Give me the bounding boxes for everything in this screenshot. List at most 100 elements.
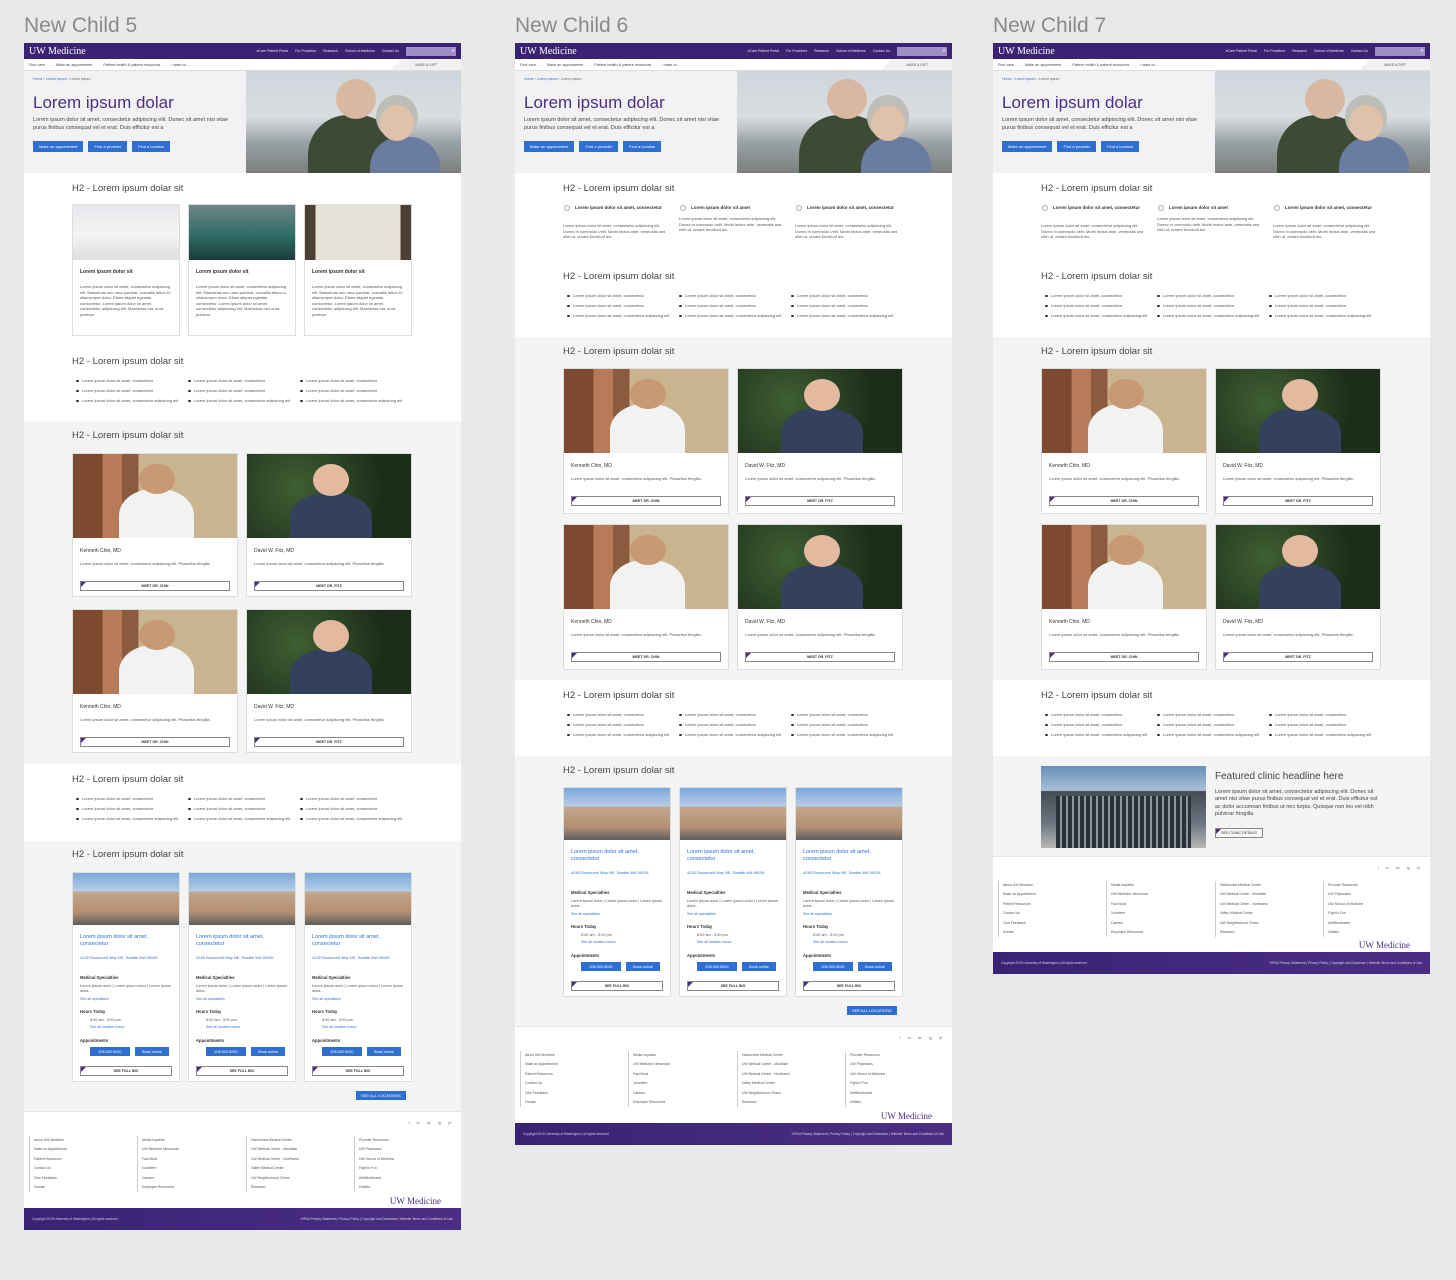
youtube-icon[interactable]: yt — [939, 1035, 942, 1040]
footer-logo[interactable]: UW Medicine — [881, 1111, 932, 1121]
location-address[interactable]: 4245 Roosevelt Way NE, Seattle WA 98105 — [687, 870, 780, 876]
facebook-icon[interactable]: f — [900, 1035, 901, 1040]
footer-link[interactable]: UW Physicians — [359, 1145, 454, 1154]
footer-link[interactable]: UW Medical Center - Montlake — [1220, 890, 1315, 899]
content-card[interactable]: Lorem ipsum dolor sit Lorem ipsum dolor … — [304, 204, 412, 336]
footer-link[interactable]: Careers — [1111, 919, 1206, 928]
book-online-button[interactable]: Book online — [135, 1047, 169, 1056]
make-a-gift-link[interactable]: MAKE A GIFT — [1360, 59, 1430, 70]
linkedin-icon[interactable]: in — [908, 1035, 911, 1040]
footer-link[interactable]: Employee Resources — [633, 1098, 728, 1107]
specialties-link[interactable]: See all specialties — [571, 912, 600, 916]
footer-link[interactable]: Employee Resources — [1111, 928, 1206, 937]
footer-link[interactable]: Give Feedback — [34, 1174, 129, 1183]
footer-link[interactable]: Fact Book — [142, 1155, 237, 1164]
meet-dr-chin-button[interactable]: MEET DR. CHIN — [1049, 496, 1199, 506]
specialties-link[interactable]: See all specialties — [196, 997, 225, 1001]
top-link-research[interactable]: Research — [323, 49, 338, 53]
location-address[interactable]: 4245 Roosevelt Way NE, Seattle WA 98105 — [196, 955, 289, 961]
location-title[interactable]: Lorem ipsum dolor sit amet, consectetur — [312, 934, 405, 948]
meet-dr-fitz-button[interactable]: MEET DR. FITZ — [1223, 496, 1373, 506]
footer-link[interactable]: UW Physicians — [1328, 890, 1423, 899]
find-provider-button[interactable]: Find a provider — [1057, 141, 1097, 152]
footer-link[interactable]: Careers — [633, 1089, 728, 1098]
footer-link[interactable]: UWalto — [850, 1098, 945, 1107]
phone-button[interactable]: 206.520.5000 — [813, 962, 853, 971]
subnav-make-appointment[interactable]: Make an appointment — [1025, 63, 1062, 67]
find-provider-button[interactable]: Find a provider — [579, 141, 619, 152]
footer-link[interactable]: Fact Book — [1111, 900, 1206, 909]
footer-link[interactable]: Provider Resources — [359, 1136, 454, 1145]
specialties-link[interactable]: See all specialties — [80, 997, 109, 1001]
location-title[interactable]: Lorem ipsum dolor sit amet, consectetur — [196, 934, 289, 948]
top-link-ecare[interactable]: eCare Patient Portal — [257, 49, 289, 53]
footer-link[interactable]: Research — [742, 1098, 837, 1107]
search-icon[interactable]: ⌕ — [943, 47, 946, 56]
footer-link[interactable]: About UW Medicine — [1003, 881, 1098, 890]
footer-link[interactable]: UW Neighborhood Clinics — [251, 1174, 346, 1183]
footer-link[interactable]: Patient Resources — [34, 1155, 129, 1164]
subnav-patient-health[interactable]: Patient health & patient resources — [594, 63, 651, 67]
book-online-button[interactable]: Book online — [742, 962, 776, 971]
footer-link[interactable]: Valley Medical Center — [742, 1079, 837, 1088]
crumb-mid[interactable]: Lorem ipsum — [46, 77, 67, 81]
phone-button[interactable]: 206.520.5000 — [581, 962, 621, 971]
specialties-link[interactable]: See all specialties — [803, 912, 832, 916]
footer-link[interactable]: UW Medical Center - Montlake — [742, 1060, 837, 1069]
make-appointment-button[interactable]: Make an appointment — [524, 141, 575, 152]
book-online-button[interactable]: Book online — [251, 1047, 285, 1056]
phone-button[interactable]: 206.520.5000 — [90, 1047, 130, 1056]
top-link-providers[interactable]: For Providers — [1264, 49, 1285, 53]
footer-link[interactable]: Research — [1220, 928, 1315, 937]
see-full-bio-button[interactable]: SEE FULL BIO — [312, 1066, 404, 1076]
footer-link[interactable]: Donate — [1003, 928, 1098, 937]
subnav-find-care[interactable]: Find care — [520, 63, 536, 67]
top-link-ecare[interactable]: eCare Patient Portal — [748, 49, 780, 53]
phone-button[interactable]: 206.520.5000 — [697, 962, 737, 971]
top-link-providers[interactable]: For Providers — [786, 49, 807, 53]
twitter-icon[interactable]: tw — [1396, 865, 1400, 870]
meet-dr-fitz-button[interactable]: MEET DR. FITZ — [254, 737, 404, 747]
footer-link[interactable]: Contact Us — [1003, 909, 1098, 918]
search-input[interactable]: ⌕ — [897, 46, 947, 56]
book-online-button[interactable]: Book online — [367, 1047, 401, 1056]
meet-dr-fitz-button[interactable]: MEET DR. FITZ — [745, 496, 895, 506]
content-card[interactable]: Lorem ipsum dolor sit Lorem ipsum dolor … — [72, 204, 180, 336]
linkedin-icon[interactable]: in — [1386, 865, 1389, 870]
footer-link[interactable]: Research — [251, 1183, 346, 1192]
top-link-school[interactable]: School of Medicine — [836, 49, 866, 53]
phone-button[interactable]: 206.520.5000 — [322, 1047, 362, 1056]
subnav-i-want-to[interactable]: I want to... — [1140, 63, 1158, 67]
see-all-locations-button[interactable]: SEE ALL LOCATIONS — [356, 1091, 406, 1100]
footer-link[interactable]: Volunteer — [1111, 909, 1206, 918]
book-online-button[interactable]: Book online — [626, 962, 660, 971]
subnav-patient-health[interactable]: Patient health & patient resources — [103, 63, 160, 67]
subnav-patient-health[interactable]: Patient health & patient resources — [1072, 63, 1129, 67]
footer-link[interactable]: UW Medicine Newsroom — [142, 1145, 237, 1154]
meet-dr-chin-button[interactable]: MEET DR. CHIN — [80, 737, 230, 747]
search-icon[interactable]: ⌕ — [452, 47, 455, 56]
facebook-icon[interactable]: f — [409, 1120, 410, 1125]
hours-link[interactable]: See all location hours — [206, 1025, 240, 1029]
subnav-find-care[interactable]: Find care — [29, 63, 45, 67]
crumb-home[interactable]: Home — [33, 77, 43, 81]
crumb-home[interactable]: Home — [524, 77, 534, 81]
footer-link[interactable]: Make an Appointment — [34, 1145, 129, 1154]
crumb-home[interactable]: Home — [1002, 77, 1012, 81]
top-link-providers[interactable]: For Providers — [295, 49, 316, 53]
phone-button[interactable]: 206.520.5000 — [206, 1047, 246, 1056]
footer-link[interactable]: UW Medical Center - Northwest — [251, 1155, 346, 1164]
footer-link[interactable]: UW Medical Center - Northwest — [1220, 900, 1315, 909]
see-full-bio-button[interactable]: SEE FULL BIO — [687, 981, 779, 991]
specialties-link[interactable]: See all specialties — [687, 912, 716, 916]
footer-link[interactable]: Donate — [34, 1183, 129, 1192]
meet-dr-fitz-button[interactable]: MEET DR. FITZ — [254, 581, 404, 591]
footer-link[interactable]: Employee Resources — [142, 1183, 237, 1192]
find-location-button[interactable]: Find a location — [132, 141, 171, 152]
location-address[interactable]: 4245 Roosevelt Way NE, Seattle WA 98105 — [312, 955, 405, 961]
footer-link[interactable]: Media Inquiries — [1111, 881, 1206, 890]
footer-link[interactable]: Give Feedback — [525, 1089, 620, 1098]
footer-link[interactable]: Valley Medical Center — [251, 1164, 346, 1173]
specialties-link[interactable]: See all specialties — [312, 997, 341, 1001]
footer-link[interactable]: Volunteer — [633, 1079, 728, 1088]
